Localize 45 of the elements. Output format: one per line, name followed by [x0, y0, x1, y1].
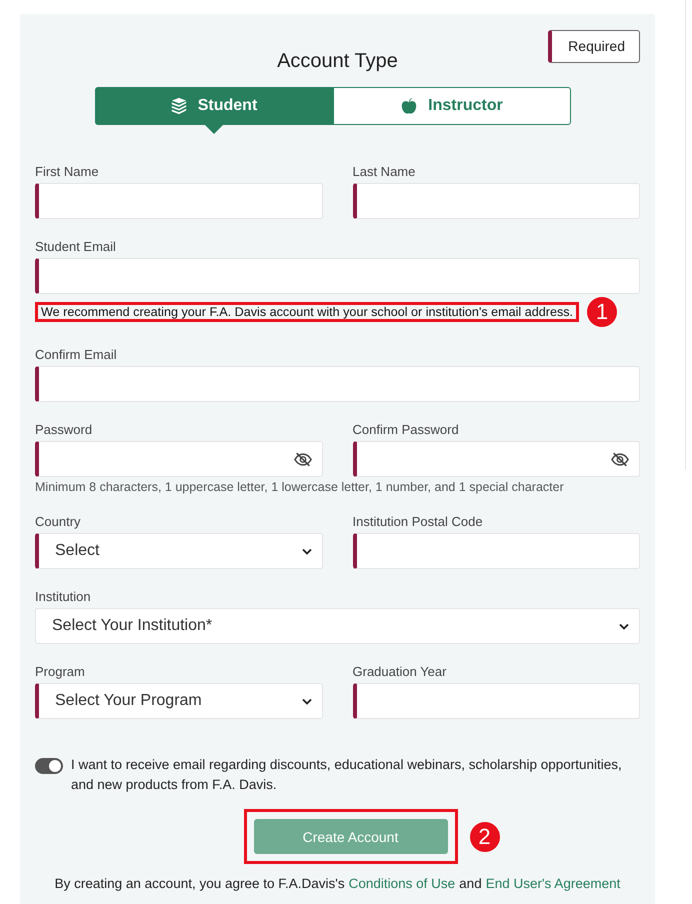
field-hint: We recommend creating your F.A. Davis account with your school or institution's email address. — [35, 302, 580, 322]
apple-icon — [400, 97, 418, 115]
newsletter-label: I want to receive email regarding discounts, educational webinars, scholarship opportunities, and new products from F.A. Davis. — [71, 756, 623, 794]
callout-number: 1 — [587, 297, 618, 327]
chevron-down-icon — [302, 698, 312, 704]
field-label: First Name — [35, 163, 99, 180]
chevron-down-icon — [302, 548, 312, 554]
callout-number: 2 — [470, 822, 500, 852]
agreement-link[interactable]: End User's Agreement — [486, 876, 620, 891]
account-type-tab[interactable]: Student — [94, 87, 332, 125]
input-field[interactable] — [35, 258, 640, 294]
books-icon — [170, 97, 188, 115]
input-field[interactable] — [352, 533, 640, 569]
field-label: Confirm Email — [35, 346, 117, 363]
field-hint: Minimum 8 characters, 1 uppercase letter, 1 lowercase letter, 1 number, and 1 special character — [35, 480, 564, 494]
field-label: Password — [35, 421, 92, 438]
create-account-button[interactable]: Create Account — [254, 819, 448, 854]
eye-slash-icon[interactable] — [611, 452, 629, 466]
tab-pointer — [204, 125, 222, 134]
input-field[interactable] — [352, 683, 640, 719]
input-field[interactable] — [35, 366, 640, 402]
field-label: Confirm Password — [352, 421, 459, 438]
field-label: Last Name — [352, 163, 416, 180]
field-label: Graduation Year — [352, 663, 446, 680]
eye-slash-icon[interactable] — [294, 452, 312, 466]
field-label: Student Email — [35, 238, 116, 255]
toggle-switch[interactable] — [35, 758, 63, 774]
input-field[interactable] — [352, 183, 640, 219]
conditions-link[interactable]: Conditions of Use — [348, 876, 456, 891]
field-label: Country — [35, 513, 81, 530]
password-field[interactable] — [35, 441, 322, 477]
account-type-tab[interactable]: Instructor — [332, 87, 570, 125]
chevron-down-icon — [619, 622, 629, 630]
terms-text: and — [459, 876, 482, 891]
select-field[interactable]: Select Your Institution* — [35, 608, 640, 644]
select-field[interactable]: Select Your Program — [35, 683, 322, 719]
input-field[interactable] — [35, 183, 322, 219]
required-legend: Required — [548, 30, 640, 63]
field-label: Program — [35, 663, 85, 680]
password-field[interactable] — [352, 441, 640, 477]
field-label: Institution Postal Code — [352, 513, 483, 530]
select-field[interactable]: Select — [35, 533, 322, 569]
section-title: Account Type — [277, 50, 398, 73]
field-label: Institution — [35, 588, 91, 605]
terms-text: By creating an account, you agree to F.A.Davis's — [54, 876, 345, 891]
